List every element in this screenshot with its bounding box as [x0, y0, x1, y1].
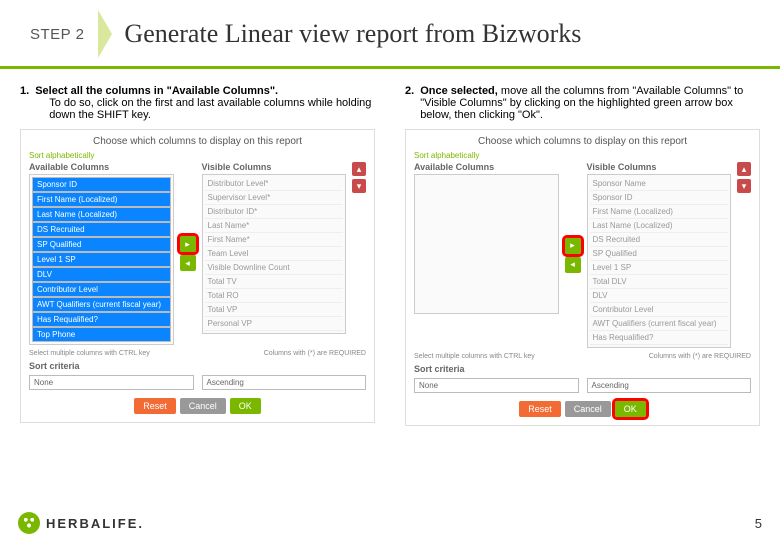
list-item[interactable]: Total RO: [205, 289, 344, 303]
list-item[interactable]: Level 1 SP: [32, 252, 171, 267]
sort-dir-select[interactable]: Ascending: [587, 378, 752, 393]
list-item[interactable]: Last Name (Localized): [590, 219, 729, 233]
ok-button[interactable]: OK: [230, 398, 261, 414]
list-item[interactable]: DS Recruited: [32, 222, 171, 237]
list-item[interactable]: DS Recruited: [590, 233, 729, 247]
list-item[interactable]: Distributor Level*: [205, 177, 344, 191]
instruction-2: 2. Once selected, move all the columns f…: [405, 85, 760, 121]
list-item[interactable]: Sponsor ID: [32, 177, 171, 192]
list-item[interactable]: DLV: [590, 289, 729, 303]
list-item[interactable]: Level 1 SP: [590, 261, 729, 275]
chevron-icon: [98, 10, 112, 58]
list-item[interactable]: Has Requalified?: [32, 312, 171, 327]
list-item[interactable]: SP Qualified: [32, 237, 171, 252]
footer: HERBALIFE. 5: [0, 506, 780, 540]
sort-column-select[interactable]: None: [414, 378, 579, 393]
sort-link[interactable]: Sort alphabetically: [29, 151, 366, 160]
scroll-down-icon[interactable]: ▾: [352, 179, 366, 193]
list-item[interactable]: Top Phone: [32, 327, 171, 342]
list-item[interactable]: AWT Qualifiers (current fiscal year): [32, 297, 171, 312]
dialog-1: Choose which columns to display on this …: [20, 129, 375, 423]
brand-text: HERBALIFE.: [46, 516, 144, 531]
sort-column-select[interactable]: None: [29, 375, 194, 390]
scroll-up-icon[interactable]: ▴: [737, 162, 751, 176]
dialog-title: Choose which columns to display on this …: [29, 136, 366, 147]
list-item[interactable]: Distributor ID*: [205, 205, 344, 219]
col-2: 2. Once selected, move all the columns f…: [405, 85, 760, 426]
step-header: STEP 2 Generate Linear view report from …: [0, 0, 780, 69]
list-item[interactable]: Total DLV: [590, 275, 729, 289]
list-item[interactable]: Team Level: [205, 247, 344, 261]
list-item[interactable]: SP Qualified: [590, 247, 729, 261]
list-item[interactable]: Personal VP: [205, 317, 344, 331]
sort-label: Sort criteria: [414, 364, 751, 374]
vis-header: Visible Columns: [202, 162, 347, 172]
brand: HERBALIFE.: [18, 512, 144, 534]
avail-header: Available Columns: [414, 162, 559, 172]
list-item[interactable]: AWT Qualifiers (current fiscal year): [590, 317, 729, 331]
list-item[interactable]: Contributor Level: [32, 282, 171, 297]
available-columns-list[interactable]: Sponsor IDFirst Name (Localized)Last Nam…: [29, 174, 174, 345]
move-left-icon[interactable]: ◂: [565, 257, 581, 273]
visible-columns-list[interactable]: Distributor Level*Supervisor Level*Distr…: [202, 174, 347, 334]
list-item[interactable]: First Name (Localized): [32, 192, 171, 207]
visible-columns-list[interactable]: Sponsor NameSponsor IDFirst Name (Locali…: [587, 174, 732, 348]
page-number: 5: [755, 516, 762, 531]
list-item[interactable]: First Name*: [205, 233, 344, 247]
list-item[interactable]: Supervisor Level*: [205, 191, 344, 205]
list-item[interactable]: Total TV: [205, 275, 344, 289]
list-item[interactable]: Total VP: [205, 303, 344, 317]
list-item[interactable]: Sponsor Name: [590, 177, 729, 191]
page-title: Generate Linear view report from Bizwork…: [124, 19, 581, 49]
scroll-up-icon[interactable]: ▴: [352, 162, 366, 176]
cancel-button[interactable]: Cancel: [180, 398, 226, 414]
list-item[interactable]: First Name (Localized): [590, 205, 729, 219]
step-label: STEP 2: [30, 26, 84, 43]
sort-label: Sort criteria: [29, 361, 366, 371]
list-item[interactable]: Last Name (Localized): [32, 207, 171, 222]
avail-header: Available Columns: [29, 162, 174, 172]
list-item[interactable]: Sponsor ID: [590, 191, 729, 205]
move-left-icon[interactable]: ◂: [180, 255, 196, 271]
move-right-icon[interactable]: ▸: [180, 236, 196, 252]
leaf-icon: [18, 512, 40, 534]
col-1: 1. Select all the columns in "Available …: [20, 85, 375, 426]
cancel-button[interactable]: Cancel: [565, 401, 611, 417]
vis-header: Visible Columns: [587, 162, 732, 172]
scroll-down-icon[interactable]: ▾: [737, 179, 751, 193]
available-columns-list[interactable]: [414, 174, 559, 314]
dialog-2: Choose which columns to display on this …: [405, 129, 760, 426]
list-item[interactable]: Contributor Level: [590, 303, 729, 317]
reset-button[interactable]: Reset: [134, 398, 176, 414]
move-right-icon[interactable]: ▸: [565, 238, 581, 254]
list-item[interactable]: Last Name*: [205, 219, 344, 233]
list-item[interactable]: DLV: [32, 267, 171, 282]
ok-button[interactable]: OK: [615, 401, 646, 417]
reset-button[interactable]: Reset: [519, 401, 561, 417]
list-item[interactable]: Visible Downline Count: [205, 261, 344, 275]
dialog-title: Choose which columns to display on this …: [414, 136, 751, 147]
sort-dir-select[interactable]: Ascending: [202, 375, 367, 390]
sort-link[interactable]: Sort alphabetically: [414, 151, 751, 160]
instruction-1: 1. Select all the columns in "Available …: [20, 85, 375, 121]
list-item[interactable]: Has Requalified?: [590, 331, 729, 345]
content-columns: 1. Select all the columns in "Available …: [0, 69, 780, 426]
